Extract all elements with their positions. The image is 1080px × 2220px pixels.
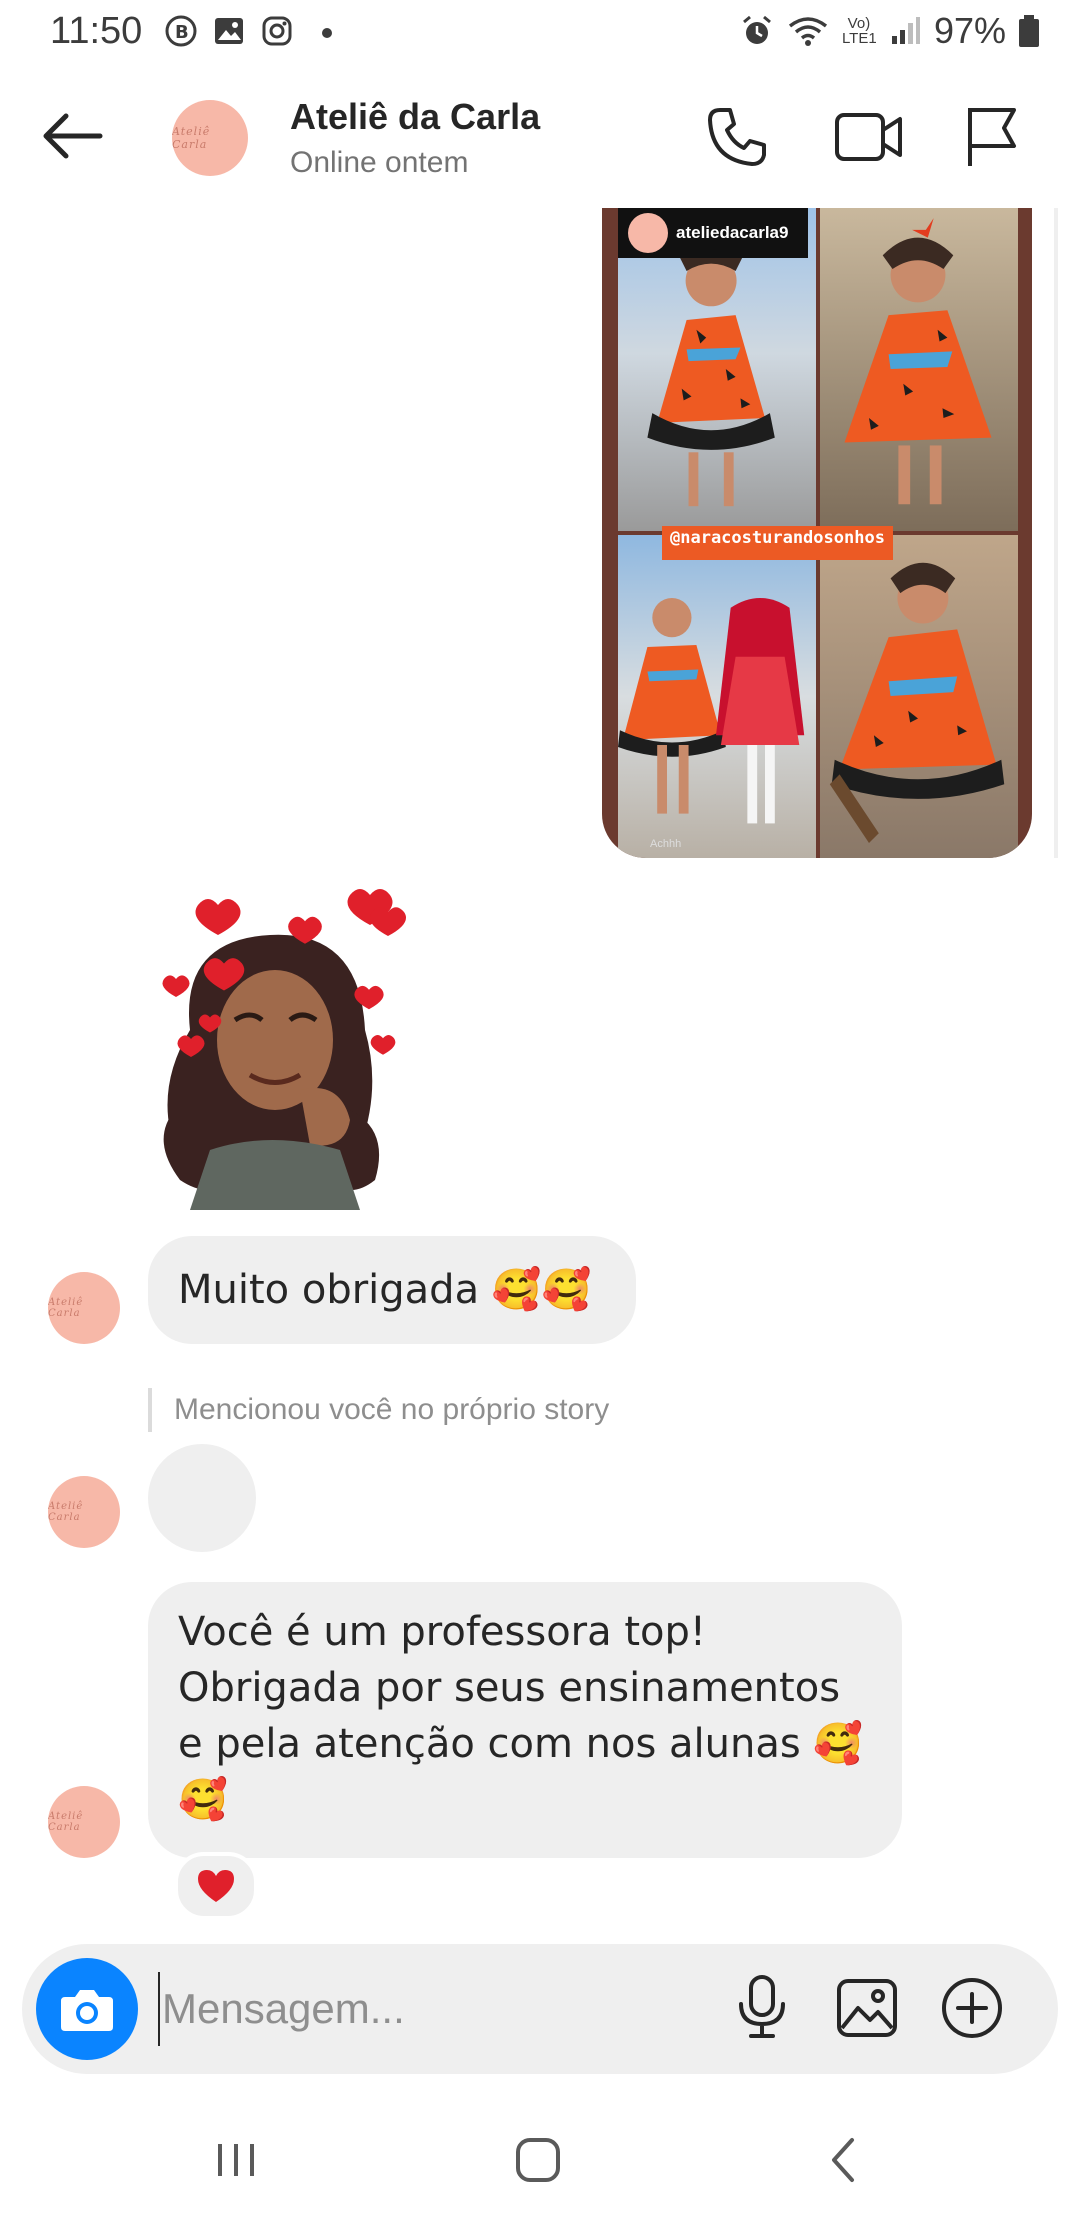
avatar-text: Ateliê Carla <box>172 125 211 151</box>
avatar-text: Ateliê Carla <box>48 1501 84 1523</box>
battery-icon <box>1019 15 1039 47</box>
status-time: 11:50 <box>50 10 143 52</box>
sender-avatar[interactable]: Ateliê Carla <box>48 1786 120 1858</box>
flag-icon[interactable] <box>964 104 1020 170</box>
orange-dress-figure <box>844 218 992 505</box>
message-line: 🥰 <box>178 1777 228 1823</box>
contact-name[interactable]: Ateliê da Carla <box>290 96 540 138</box>
recent-apps-icon <box>218 2144 254 2176</box>
avatar-sticker[interactable] <box>150 880 470 1210</box>
mention-story-thumbnail[interactable] <box>148 1444 256 1552</box>
story-signature: Achhh <box>650 838 682 850</box>
wifi-icon <box>788 17 828 46</box>
camera-button[interactable] <box>36 1958 138 2060</box>
collage-photo-3 <box>618 535 816 858</box>
volte-label: Vo) LTE1 <box>841 15 877 47</box>
microphone-icon[interactable] <box>736 1974 788 2040</box>
back-chevron-icon <box>832 2138 854 2182</box>
back-button[interactable] <box>806 2124 878 2196</box>
message-line: e pela atenção com nos alunas 🥰 <box>178 1721 864 1767</box>
svg-text:B: B <box>175 22 189 43</box>
b-badge-icon: B <box>165 15 197 47</box>
sender-avatar[interactable]: Ateliê Carla <box>48 1476 120 1548</box>
dot-icon <box>322 28 332 38</box>
video-call-icon[interactable] <box>834 106 904 168</box>
instagram-icon <box>262 16 292 46</box>
header-avatar[interactable]: Ateliê Carla <box>172 100 248 176</box>
recent-apps-button[interactable] <box>200 2124 272 2196</box>
scroll-indicator <box>1054 208 1058 858</box>
story-username: ateliedacarla9 <box>676 223 789 242</box>
story-mention-tag: @naracosturandosonhos <box>662 526 893 560</box>
alarm-icon <box>742 15 771 44</box>
signal-icon <box>891 17 920 44</box>
message-line: Obrigada por seus ensinamentos <box>178 1665 841 1711</box>
story-avatar <box>628 213 668 253</box>
gallery-icon[interactable] <box>836 1978 898 2038</box>
camera-icon <box>61 1990 113 2031</box>
avatar-text: Ateliê Carla <box>48 1297 84 1319</box>
orange-dress-figure <box>829 562 1005 843</box>
phone-icon[interactable] <box>706 106 768 168</box>
home-button[interactable] <box>502 2124 574 2196</box>
message-line: Você é um professora top! <box>178 1609 706 1655</box>
gallery-icon <box>215 18 243 44</box>
message-text: Muito obrigada 🥰🥰 <box>178 1267 592 1313</box>
avatar-text: Ateliê Carla <box>48 1811 84 1833</box>
story-username-bar: ateliedacarla9 <box>618 208 808 258</box>
contact-status: Online ontem <box>290 146 469 179</box>
story-image[interactable]: ateliedacarla9 @naracosturandosonhos Ach… <box>602 208 1032 858</box>
mention-note: Mencionou você no próprio story <box>148 1388 609 1432</box>
two-girls-figure <box>618 598 805 824</box>
collage-photo-2 <box>820 208 1018 531</box>
add-circle-icon[interactable] <box>940 1976 1004 2040</box>
message-bubble[interactable]: Você é um professora top! Obrigada por s… <box>148 1582 902 1858</box>
back-arrow-icon[interactable] <box>40 112 104 160</box>
heart-reaction[interactable] <box>174 1852 258 1920</box>
home-icon <box>516 2138 560 2182</box>
message-input[interactable] <box>158 1972 724 2046</box>
collage-photo-4 <box>820 535 1018 858</box>
heart-icon <box>198 1870 234 1902</box>
sender-avatar[interactable]: Ateliê Carla <box>48 1272 120 1344</box>
message-bubble[interactable]: Muito obrigada 🥰🥰 <box>148 1236 636 1344</box>
status-right: Vo) LTE1 97% <box>740 10 1040 52</box>
status-bar: 11:50 B Vo) LTE1 97% <box>0 0 1080 64</box>
battery-percent: 97% <box>933 10 1006 51</box>
